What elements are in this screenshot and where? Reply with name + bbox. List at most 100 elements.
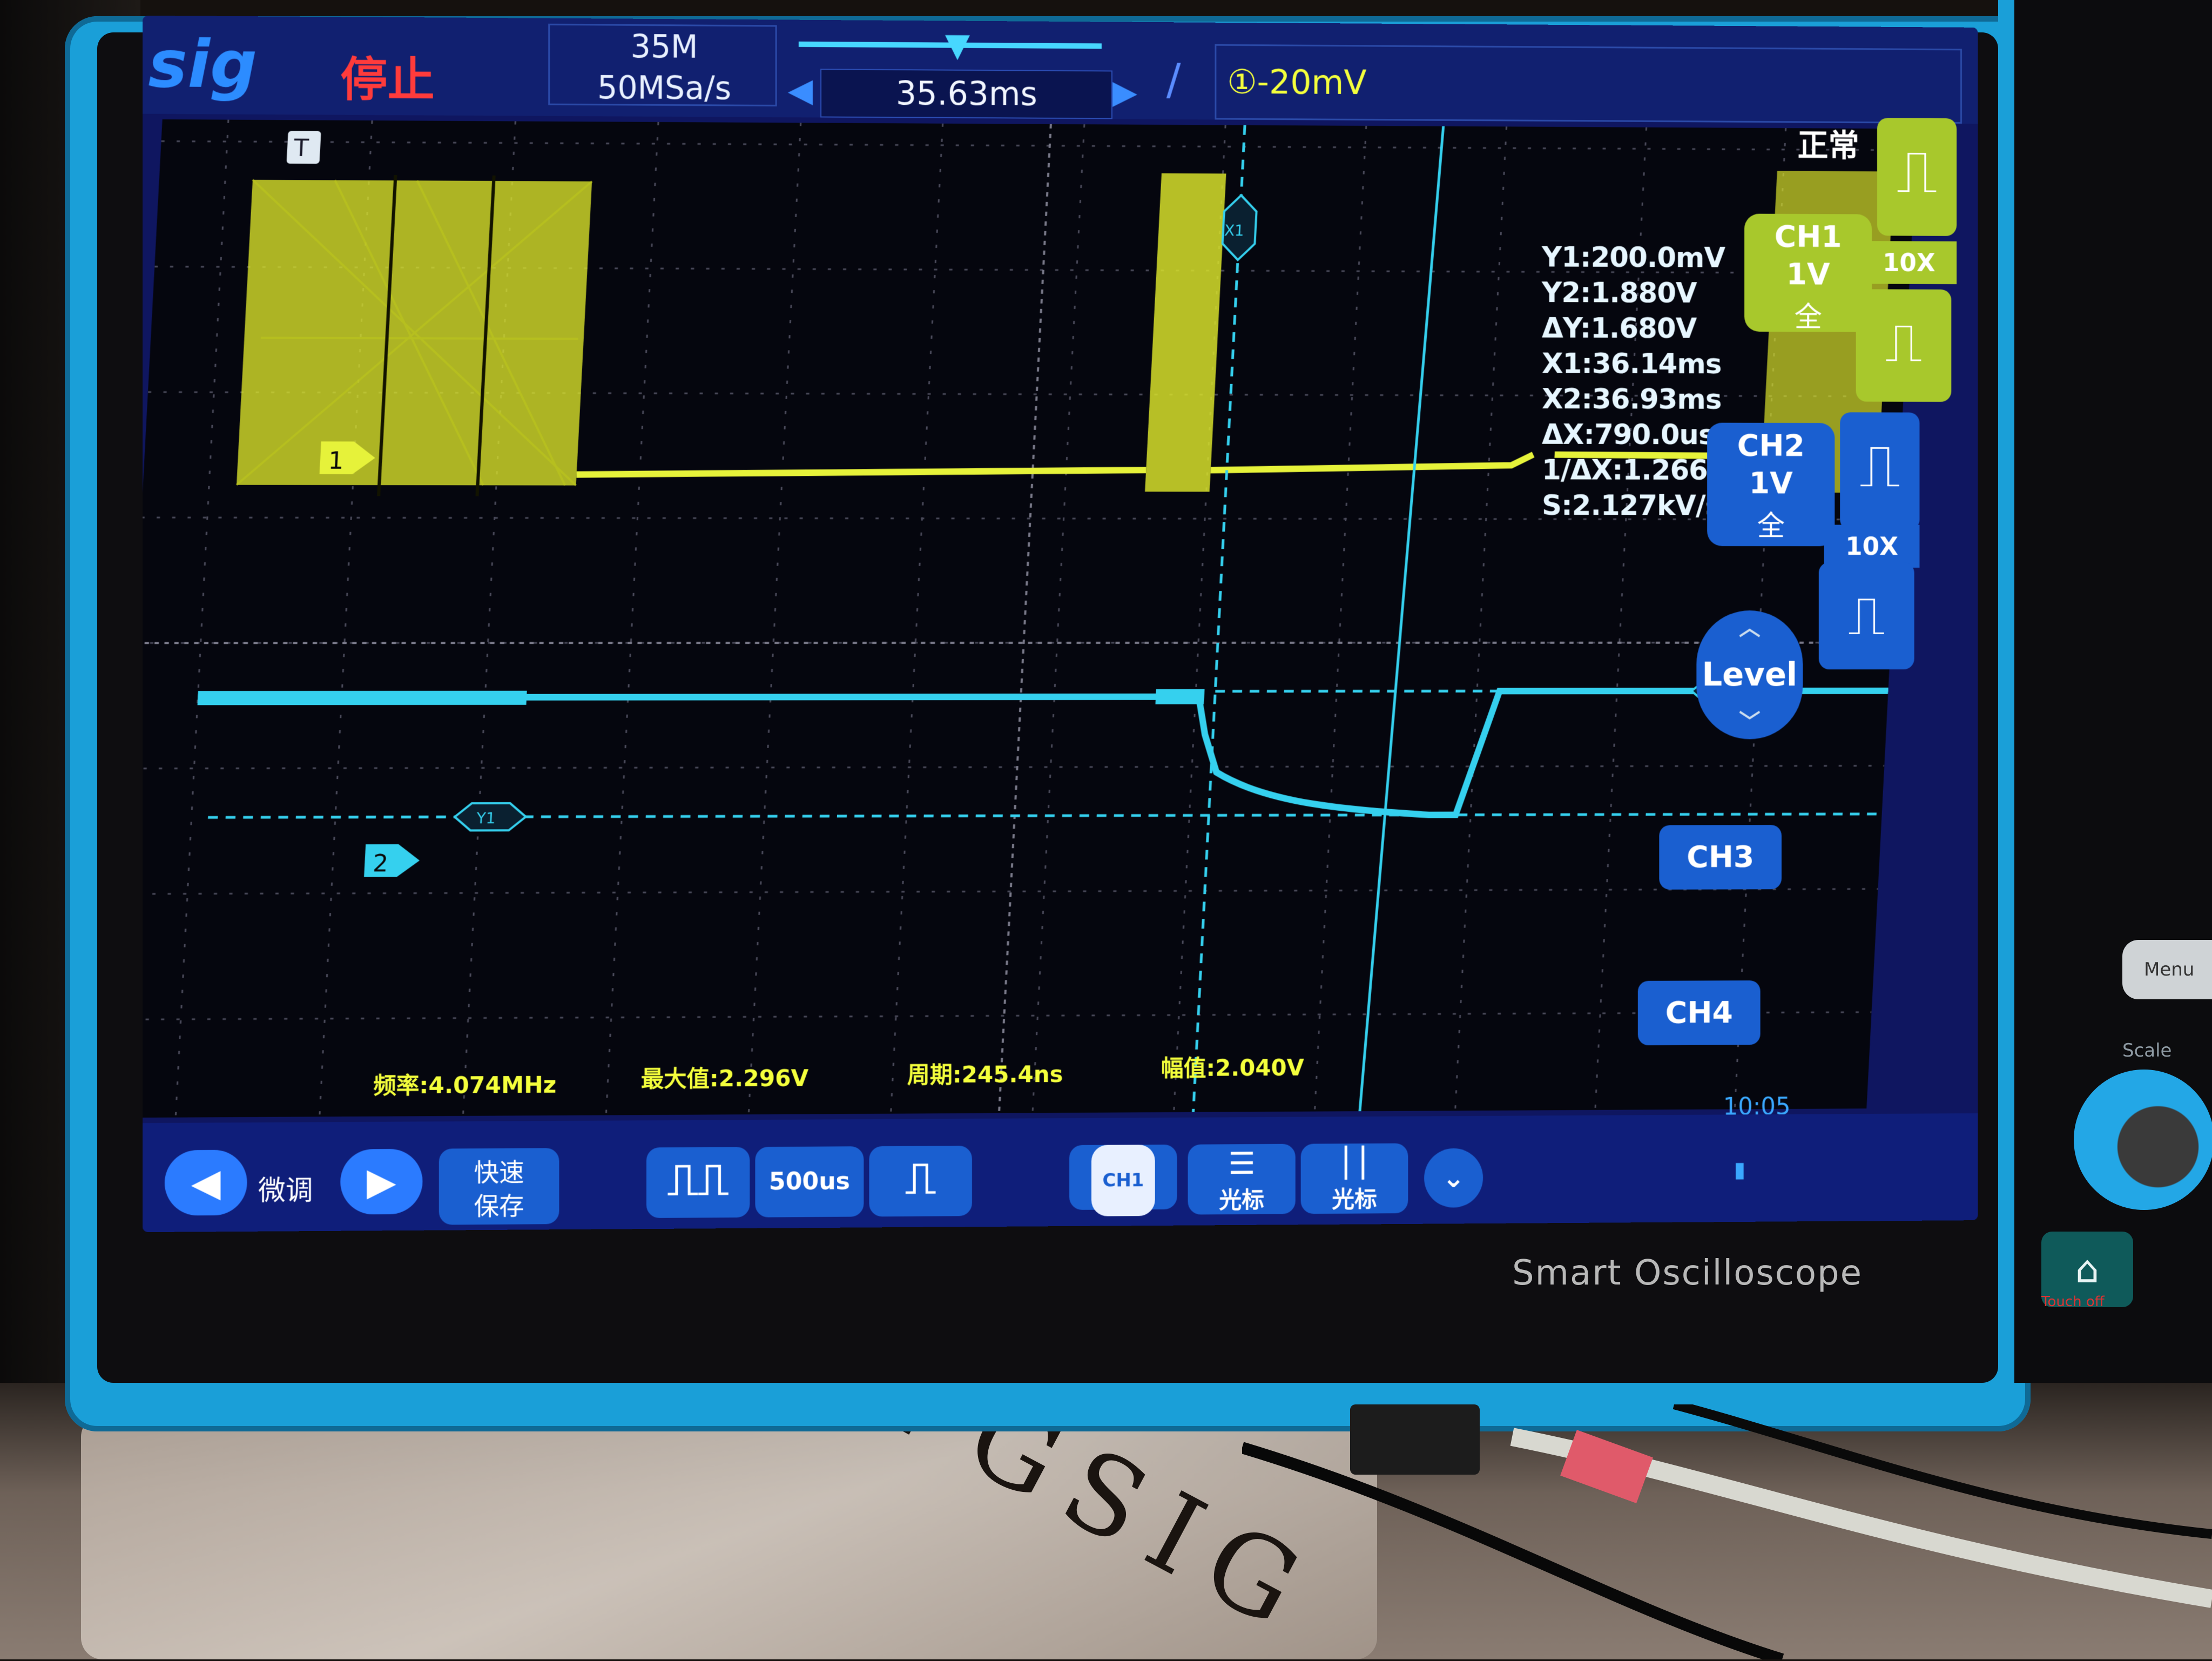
brand-logo: sig <box>148 26 258 103</box>
vertical-cursor-button[interactable]: ⏐⏐ 光标 <box>1300 1143 1408 1214</box>
fine-adjust-left-button[interactable]: ◀ <box>164 1149 247 1216</box>
level-label: Level <box>1702 656 1798 694</box>
measure-max: 最大值:2.296V <box>640 1065 809 1092</box>
chevron-up-icon[interactable]: ︿ <box>1696 610 1803 642</box>
measure-period: 周期:245.4ns <box>907 1061 1063 1088</box>
ch2-rising-edge-button[interactable]: ⎍ <box>1840 412 1920 530</box>
ch1-scale: 1V <box>1786 257 1830 292</box>
right-triangle-icon: ▶ <box>367 1159 396 1205</box>
measure-frequency: 频率:4.074MHz <box>373 1071 557 1099</box>
readout-dy: ΔY:1.680V <box>1541 312 1697 345</box>
rising-pulse-icon: ⎍ <box>1896 137 1938 206</box>
rising-edge-icon[interactable]: / <box>1166 55 1181 105</box>
pulse-icon: ⎍ <box>1847 584 1885 647</box>
trigger-mode[interactable]: 正常 <box>1798 120 1859 165</box>
trigger-level: ①-20mV <box>1227 62 1367 103</box>
ch1-falling-edge-button[interactable]: ⎍ <box>1856 289 1952 402</box>
timebase-decrease-button[interactable]: ⎍⎍ <box>646 1147 750 1218</box>
timebase-value[interactable]: 500us <box>755 1146 864 1218</box>
x1-marker: X1 <box>1222 195 1257 260</box>
svg-text:T: T <box>293 135 310 162</box>
fine-adjust-label: 微调 <box>258 1174 313 1207</box>
cursor-x2 <box>1360 126 1444 1111</box>
svg-text:1: 1 <box>328 447 345 475</box>
hcursor-label: 光标 <box>1219 1186 1265 1214</box>
grid-vertical-line <box>1455 126 1507 1111</box>
ch4-button[interactable]: CH4 <box>1637 980 1761 1046</box>
ch2-label: CH2 <box>1737 428 1805 463</box>
home-icon: ⌂ <box>2075 1247 2100 1292</box>
bottom-toolbar: ◀ 微调 ▶ 快速 保存 ⎍⎍ 500us ⎍ CH1 ☰ 光标 ⏐⏐ 光标 ⌄… <box>143 1113 1978 1233</box>
acquisition-info[interactable]: 35M 50MSa/s <box>548 23 777 107</box>
grid-horizontal-line <box>143 1012 1871 1020</box>
readout-y1: Y1:200.0mV <box>1541 241 1725 274</box>
timebase-increase-button[interactable]: ⎍ <box>869 1146 972 1217</box>
ch1-label: CH1 <box>1774 219 1842 254</box>
quick-save-label-1: 快速 <box>474 1157 524 1187</box>
readout-x1: X1:36.14ms <box>1541 347 1722 381</box>
rising-pulse-icon: ⎍ <box>1859 432 1900 501</box>
ch1-rising-edge-button[interactable]: ⎍ <box>1877 118 1957 236</box>
run-stop-status[interactable]: 停止 <box>340 42 434 110</box>
trigger-marker: T <box>286 131 321 164</box>
sample-rate: 50MSa/s <box>597 69 732 107</box>
more-button[interactable]: ⌄ <box>1424 1148 1483 1208</box>
trigger-level-control[interactable]: ︿ Level ﹀ <box>1696 610 1803 739</box>
grid-vertical-line <box>891 124 943 1114</box>
horizontal-cursor-button[interactable]: ☰ 光标 <box>1188 1144 1296 1215</box>
measure-amplitude: 幅值:2.040V <box>1161 1054 1304 1082</box>
ch3-button[interactable]: CH3 <box>1659 825 1782 890</box>
grid-horizontal-line <box>143 766 1884 769</box>
ch2-bandwidth: 全 <box>1757 510 1785 543</box>
ch2-settings-button[interactable]: CH2 1V 全 <box>1707 422 1835 547</box>
ch1-bandwidth: 全 <box>1794 301 1822 334</box>
svg-text:X1: X1 <box>1224 221 1245 239</box>
scale-knob[interactable] <box>2074 1070 2212 1210</box>
ch1-source-label: CH1 <box>1091 1145 1155 1216</box>
vertical-lines-icon: ⏐⏐ <box>1337 1145 1372 1181</box>
grid-vertical-line <box>1031 124 1085 1113</box>
right-arrow-icon[interactable]: ▶ <box>1112 73 1137 111</box>
readout-x2: X2:36.93ms <box>1541 383 1722 416</box>
svg-text:Y1: Y1 <box>476 809 496 827</box>
center-vertical-axis <box>999 124 1051 1113</box>
ch1-settings-button[interactable]: CH1 1V 全 <box>1744 213 1872 334</box>
oscilloscope-screen: sig 停止 35M 50MSa/s ▼ ◀ 35.63ms ▶ / ①-20m… <box>143 15 1978 1233</box>
quick-save-button[interactable]: 快速 保存 <box>439 1148 559 1225</box>
svg-text:2: 2 <box>372 850 389 877</box>
ch1-probe[interactable]: 10X <box>1861 241 1957 285</box>
grid-horizontal-line <box>161 141 1917 150</box>
brand-label: Smart Oscilloscope <box>1512 1253 1863 1293</box>
grid-vertical-line <box>748 123 800 1114</box>
pulse-icon: ⎍ <box>1885 311 1923 374</box>
quick-save-label-2: 保存 <box>474 1191 524 1221</box>
menu-button[interactable]: Menu <box>2122 940 2212 999</box>
chevron-down-icon[interactable]: ﹀ <box>1696 704 1803 736</box>
grid-vertical-line <box>176 120 228 1118</box>
ch2-scale: 1V <box>1749 466 1793 501</box>
horizontal-position[interactable]: 35.63ms <box>820 69 1112 119</box>
vcursor-label: 光标 <box>1332 1186 1377 1213</box>
horizontal-lines-icon: ☰ <box>1228 1146 1256 1182</box>
cursor-source-button[interactable]: CH1 <box>1069 1144 1177 1216</box>
trigger-position-icon: ▼ <box>945 26 970 64</box>
chevron-down-icon: ⌄ <box>1442 1162 1465 1194</box>
dense-pulse-icon: ⎍⎍ <box>667 1154 729 1205</box>
memory-depth: 35M <box>630 28 698 65</box>
trigger-level-box[interactable]: ①-20mV <box>1215 44 1962 124</box>
ch2-waveform <box>192 689 1889 817</box>
touch-off-label: Touch off <box>2041 1294 2105 1310</box>
cables <box>1242 1404 2212 1659</box>
fine-adjust-right-button[interactable]: ▶ <box>340 1148 423 1215</box>
battery-icon: ▮ <box>1734 1157 1746 1182</box>
left-arrow-icon[interactable]: ◀ <box>788 71 813 109</box>
ch2-falling-edge-button[interactable]: ⎍ <box>1818 562 1914 670</box>
wide-pulse-icon: ⎍ <box>905 1153 936 1203</box>
left-triangle-icon: ◀ <box>191 1160 221 1206</box>
grid-vertical-line <box>1315 126 1366 1112</box>
readout-y2: Y2:1.880V <box>1541 277 1697 310</box>
scale-label: Scale <box>2122 1040 2172 1061</box>
ch2-probe[interactable]: 10X <box>1824 524 1920 568</box>
grid-vertical-line <box>606 122 658 1115</box>
y1-marker: Y1 <box>454 803 527 831</box>
